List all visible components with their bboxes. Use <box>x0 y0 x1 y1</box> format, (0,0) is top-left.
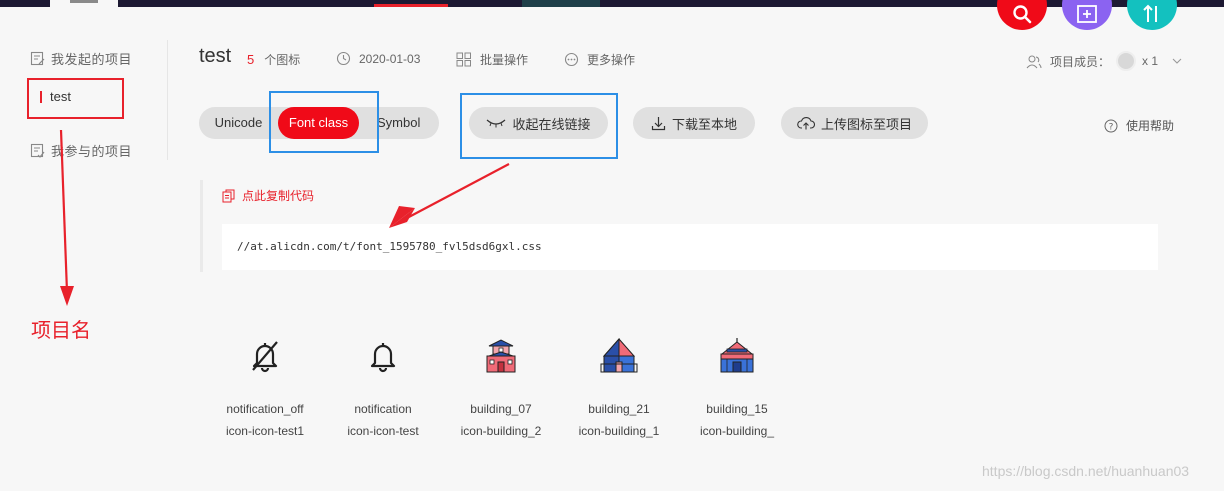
download-button[interactable]: 下载至本地 <box>633 107 755 139</box>
icon-name: building_15 <box>706 402 768 416</box>
bell-off-icon <box>215 336 315 376</box>
copy-code-label: 点此复制代码 <box>242 189 315 203</box>
add-box-icon <box>1077 5 1097 23</box>
upload-label: 上传图标至项目 <box>820 116 912 132</box>
help-label: 使用帮助 <box>1126 119 1175 133</box>
icon-name: building_21 <box>588 402 650 416</box>
more-ops-label: 更多操作 <box>587 53 636 67</box>
checklist-doc-icon <box>30 143 45 158</box>
add-project-button[interactable] <box>1062 0 1112 30</box>
upload-button[interactable]: 上传图标至项目 <box>781 107 928 139</box>
watermark: https://blog.csdn.net/huanhuan03 <box>982 463 1190 479</box>
icon-class: icon-building_ <box>699 424 775 438</box>
members-icon <box>1026 55 1042 68</box>
download-label: 下载至本地 <box>671 116 737 132</box>
edit-doc-icon <box>30 51 45 66</box>
date-text: 2020-01-03 <box>359 51 421 66</box>
members-label: 项目成员： <box>1050 54 1111 69</box>
more-dots-icon <box>564 52 579 67</box>
bell-icon <box>333 336 433 376</box>
nav-active-indicator <box>374 4 448 7</box>
annotation-box-collapse-link <box>460 93 618 159</box>
sort-arrows-icon <box>1143 4 1157 22</box>
project-members[interactable]: 项目成员： x 1 <box>1026 51 1182 71</box>
created-date: 2020-01-03 <box>336 51 420 66</box>
icon-card[interactable]: notification_off icon-icon-test1 <box>215 336 315 438</box>
cloud-upload-icon <box>797 117 815 130</box>
icon-class: icon-building_1 <box>578 424 660 438</box>
icon-class: icon-building_2 <box>460 424 542 438</box>
copy-code-button[interactable]: 点此复制代码 <box>222 187 314 204</box>
icon-class: icon-icon-test <box>347 424 419 438</box>
avatar <box>1116 51 1137 71</box>
batch-ops-label: 批量操作 <box>480 53 529 67</box>
sidebar-divider <box>167 40 168 160</box>
icon-name: building_07 <box>470 402 532 416</box>
icon-name: notification_off <box>226 402 304 416</box>
members-count: x 1 <box>1142 54 1159 68</box>
icon-card[interactable]: building_07 icon-building_2 <box>451 336 551 438</box>
building-07-icon <box>451 336 551 376</box>
annotation-arrow-red <box>59 129 74 306</box>
building-15-icon <box>687 336 787 376</box>
download-icon <box>651 116 666 130</box>
annotation-box-project-name <box>27 78 124 119</box>
nav-item-highlight[interactable] <box>522 0 600 7</box>
icon-name: notification <box>354 402 412 416</box>
help-circle-icon: ? <box>1104 119 1118 132</box>
help-link[interactable]: ? 使用帮助 <box>1104 117 1174 134</box>
annotation-arrow-blue <box>389 163 510 228</box>
icon-count-unit: 个图标 <box>264 53 301 67</box>
building-21-icon <box>569 336 669 376</box>
sidebar-item-joined-projects[interactable]: 我参与的项目 <box>30 141 132 160</box>
copy-doc-icon <box>222 189 235 202</box>
tab-unicode[interactable]: Unicode <box>199 107 278 139</box>
icon-class: icon-icon-test1 <box>225 424 305 438</box>
icon-count: 5 个图标 <box>247 51 300 68</box>
icon-card[interactable]: notification icon-icon-test <box>333 336 433 438</box>
icon-count-number: 5 <box>247 52 255 67</box>
sidebar-label: 我发起的项目 <box>51 52 133 67</box>
clock-icon <box>336 51 351 66</box>
batch-ops-button[interactable]: 批量操作 <box>456 51 528 68</box>
css-url-text[interactable]: //at.alicdn.com/t/font_1595780_fvl5dsd6g… <box>237 240 542 253</box>
grid-icon <box>456 52 471 67</box>
search-icon <box>1013 5 1032 24</box>
logo[interactable] <box>50 0 118 7</box>
icon-card[interactable]: building_21 icon-building_1 <box>569 336 669 438</box>
annotation-box-font-class <box>269 91 379 153</box>
svg-text:?: ? <box>1109 122 1114 132</box>
sidebar-item-my-projects[interactable]: 我发起的项目 <box>30 49 132 68</box>
more-ops-button[interactable]: 更多操作 <box>564 51 635 68</box>
search-button[interactable] <box>997 0 1047 30</box>
icon-card[interactable]: building_15 icon-building_ <box>687 336 787 438</box>
sort-button[interactable] <box>1127 0 1177 30</box>
page-title: test <box>199 45 232 67</box>
annotation-label: 项目名 <box>31 320 91 342</box>
chevron-down-icon <box>1172 58 1182 64</box>
